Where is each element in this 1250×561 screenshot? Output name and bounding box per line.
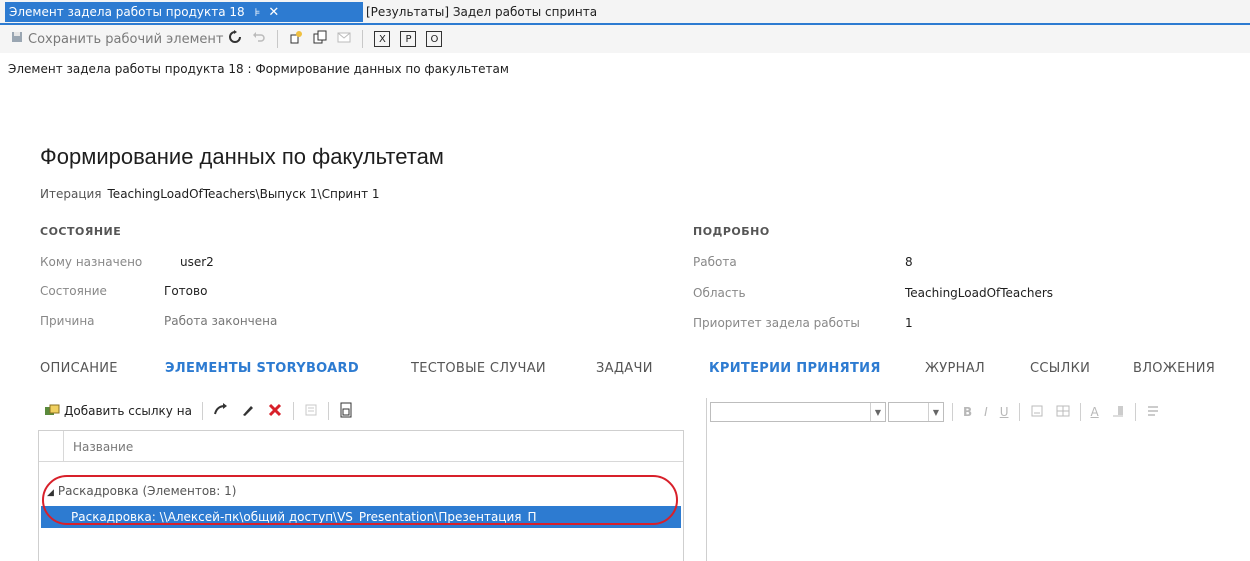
tab-work-item-label: Элемент задела работы продукта 18: [9, 5, 245, 19]
tab-acceptance-criteria[interactable]: КРИТЕРИИ ПРИНЯТИЯ: [709, 361, 881, 376]
project-icon[interactable]: P: [400, 31, 417, 47]
toolbar-separator: [1134, 403, 1136, 421]
assigned-field: Кому назначено user2: [40, 255, 214, 269]
toolbar-separator: [201, 402, 203, 420]
copy-work-item-icon[interactable]: [313, 30, 327, 48]
rich-text-toolbar: ▼ ▼ B I U A: [710, 400, 1166, 424]
column-options-icon[interactable]: [339, 402, 353, 421]
list-icon[interactable]: [1146, 404, 1160, 421]
priority-field: Приоритет задела работы 1: [693, 316, 913, 330]
document-tab-bar: Элемент задела работы продукта 18 ⊧ ✕ [Р…: [0, 0, 1250, 25]
toolbar-separator: [362, 30, 364, 48]
table-icon[interactable]: [1056, 404, 1070, 421]
grid-header: Название: [39, 431, 683, 462]
undo-icon[interactable]: [252, 30, 266, 48]
bold-button[interactable]: B: [963, 405, 972, 419]
assigned-label: Кому назначено: [40, 255, 143, 269]
area-field: Область TeachingLoadOfTeachers: [693, 286, 1053, 300]
effort-field: Работа 8: [693, 255, 913, 269]
excel-icon[interactable]: X: [374, 31, 391, 47]
highlight-icon[interactable]: [1030, 404, 1044, 421]
add-link-label: Добавить ссылку на: [64, 404, 192, 418]
work-item-toolbar: Сохранить рабочий элемент X P O: [0, 25, 1250, 53]
tab-test-cases[interactable]: ТЕСТОВЫЕ СЛУЧАИ: [411, 361, 546, 376]
save-work-item-button[interactable]: Сохранить рабочий элемент: [6, 31, 223, 47]
add-link-icon: [44, 403, 60, 420]
save-work-item-label: Сохранить рабочий элемент: [28, 31, 224, 47]
grid-header-gutter: [39, 431, 64, 461]
reason-field: Причина Работа закончена: [40, 314, 277, 328]
effort-label: Работа: [693, 255, 737, 269]
tab-work-item[interactable]: Элемент задела работы продукта 18 ⊧ ✕: [5, 2, 363, 22]
page-title[interactable]: Формирование данных по факультетам: [40, 144, 444, 170]
tab-sprint-results[interactable]: [Результаты] Задел работы спринта: [366, 2, 597, 22]
status-value[interactable]: Готово: [164, 284, 207, 298]
priority-value[interactable]: 1: [905, 316, 913, 330]
status-label: Состояние: [40, 284, 107, 298]
assigned-value[interactable]: user2: [180, 255, 214, 269]
font-size-select[interactable]: ▼: [888, 402, 944, 422]
email-icon[interactable]: [337, 30, 351, 48]
toolbar-separator: [277, 30, 279, 48]
new-linked-item-icon[interactable]: [289, 30, 303, 48]
highlight-annotation: [42, 475, 678, 525]
priority-label: Приоритет задела работы: [693, 316, 860, 330]
toolbar-separator: [327, 402, 329, 420]
iteration-value[interactable]: TeachingLoadOfTeachers\Выпуск 1\Спринт 1: [108, 187, 380, 201]
tab-description[interactable]: ОПИСАНИЕ: [40, 361, 118, 376]
toolbar-separator: [952, 403, 953, 421]
state-section-heading: СОСТОЯНИЕ: [40, 225, 122, 238]
open-storyboard-icon[interactable]: [304, 403, 318, 420]
tab-storyboard-items[interactable]: ЭЛЕМЕНТЫ STORYBOARD: [165, 361, 359, 376]
clear-format-icon[interactable]: [1111, 404, 1125, 421]
area-label: Область: [693, 286, 746, 300]
italic-button[interactable]: I: [984, 405, 988, 419]
underline-button[interactable]: U: [1000, 405, 1009, 419]
storyboard-toolbar: Добавить ссылку на: [44, 400, 359, 422]
reason-value[interactable]: Работа закончена: [164, 314, 277, 328]
chevron-down-icon: ▼: [870, 403, 885, 421]
font-family-select[interactable]: ▼: [710, 402, 886, 422]
area-value[interactable]: TeachingLoadOfTeachers: [905, 286, 1053, 300]
close-icon[interactable]: ✕: [268, 5, 279, 20]
iteration-label: Итерация: [40, 187, 102, 201]
outlook-icon[interactable]: O: [426, 31, 443, 47]
reason-label: Причина: [40, 314, 95, 328]
tab-sprint-results-label: [Результаты] Задел работы спринта: [366, 5, 598, 19]
tab-history[interactable]: ЖУРНАЛ: [925, 361, 985, 376]
iteration-field: Итерация TeachingLoadOfTeachers\Выпуск 1\…: [40, 187, 380, 201]
toolbar-separator: [1079, 403, 1081, 421]
tab-tasks[interactable]: ЗАДАЧИ: [596, 361, 653, 376]
refresh-icon[interactable]: [228, 30, 242, 48]
details-section-heading: ПОДРОБНО: [693, 225, 770, 238]
font-color-button[interactable]: A: [1091, 405, 1099, 419]
tab-links[interactable]: ССЫЛКИ: [1030, 361, 1090, 376]
toolbar-separator: [1018, 403, 1020, 421]
add-link-button[interactable]: Добавить ссылку на: [44, 403, 192, 420]
open-link-icon[interactable]: [213, 402, 229, 421]
tab-attachments[interactable]: ВЛОЖЕНИЯ: [1133, 361, 1215, 376]
chevron-down-icon: ▼: [928, 403, 943, 421]
breadcrumb: Элемент задела работы продукта 18 : Форм…: [8, 62, 509, 76]
pin-icon[interactable]: ⊧: [255, 6, 261, 19]
edit-link-icon[interactable]: [241, 403, 255, 420]
save-icon: [11, 31, 23, 47]
toolbar-separator: [292, 402, 294, 420]
status-field: Состояние Готово: [40, 284, 207, 298]
delete-link-icon[interactable]: [267, 402, 283, 421]
effort-value[interactable]: 8: [905, 255, 913, 269]
column-header-title[interactable]: Название: [73, 440, 133, 454]
